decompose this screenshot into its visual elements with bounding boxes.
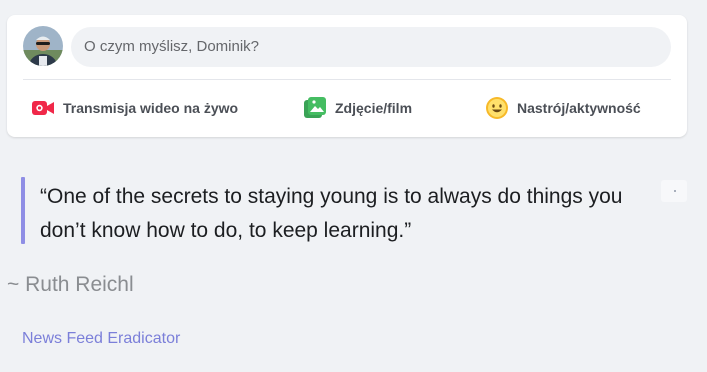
photo-video-button[interactable]: Zdjęcie/film [303, 91, 412, 125]
dot-icon [674, 190, 676, 192]
quote-accent-bar [21, 177, 25, 244]
feeling-activity-label: Nastrój/aktywność [517, 100, 641, 116]
photo-video-label: Zdjęcie/film [335, 100, 413, 116]
quote-author: ~ Ruth Reichl [7, 273, 134, 296]
feeling-activity-button[interactable]: Nastrój/aktywność [485, 91, 641, 125]
live-video-icon [31, 96, 55, 120]
avatar[interactable] [23, 26, 63, 66]
create-post-card: O czym myślisz, Dominik? Transmisja wide… [7, 15, 687, 137]
live-video-button[interactable]: Transmisja wideo na żywo [31, 91, 238, 125]
feeling-icon [485, 96, 509, 120]
quote-text: “One of the secrets to staying young is … [40, 185, 623, 242]
quote-options-button[interactable] [661, 180, 687, 202]
divider [23, 79, 671, 80]
live-video-label: Transmisja wideo na żywo [63, 100, 239, 116]
news-feed-eradicator-link[interactable]: News Feed Eradicator [22, 330, 180, 348]
photo-icon [303, 96, 327, 120]
status-input[interactable]: O czym myślisz, Dominik? [71, 27, 671, 67]
